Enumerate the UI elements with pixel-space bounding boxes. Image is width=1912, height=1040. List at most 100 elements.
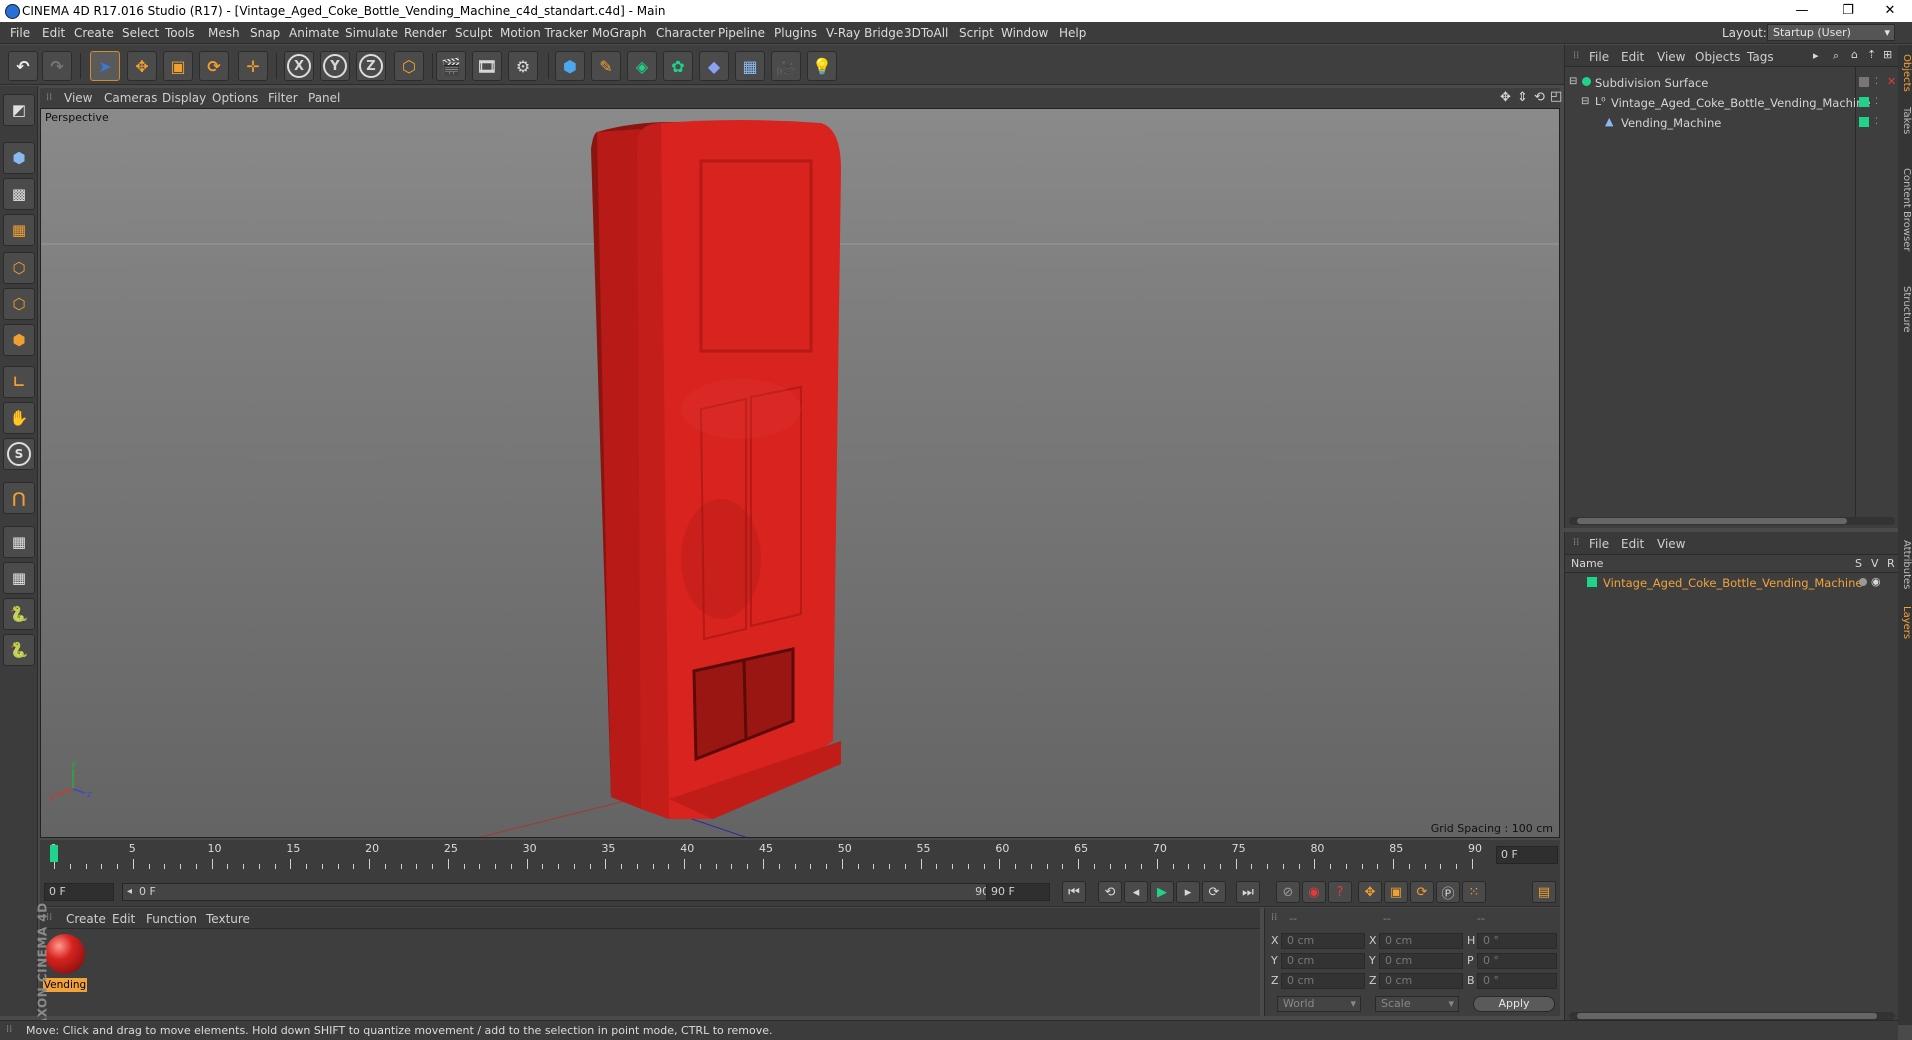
workplane-lock-button[interactable]: ▦	[3, 526, 35, 558]
om-menu-edit[interactable]: Edit	[1621, 50, 1644, 64]
layer-row[interactable]: Vintage_Aged_Coke_Bottle_Vending_Machine…	[1565, 574, 1899, 592]
menu-mograph[interactable]: MoGraph	[592, 26, 647, 40]
horizontal-scrollbar[interactable]	[1569, 517, 1895, 525]
undo-button[interactable]: ↶	[8, 51, 38, 81]
workplane-align-button[interactable]: ▦	[3, 562, 35, 594]
record-keys-button[interactable]: ⊘	[1276, 881, 1300, 903]
up-icon[interactable]: ⇡	[1867, 48, 1876, 61]
tab-layers[interactable]: Layers	[1898, 601, 1912, 645]
move-tool-button[interactable]: ✥	[127, 51, 157, 81]
frame-range-slider[interactable]: ◂ 0 F 90 F ▸	[122, 883, 1018, 901]
object-row-subdivision[interactable]: ⊟ Subdivision Surface	[1565, 75, 1855, 93]
add-floor-button[interactable]: ▦	[735, 51, 765, 81]
previous-frame-button[interactable]: ◂	[1124, 881, 1148, 903]
menu-snap[interactable]: Snap	[250, 26, 280, 40]
edges-mode-button[interactable]: ⬡	[3, 288, 35, 320]
lm-menu-file[interactable]: File	[1589, 537, 1609, 551]
menu-mesh[interactable]: Mesh	[208, 26, 240, 40]
start-frame-field[interactable]: 0 F	[44, 883, 114, 901]
size-x-field[interactable]: 0 cm	[1379, 933, 1463, 949]
lm-menu-view[interactable]: View	[1657, 537, 1685, 551]
rotation-b-field[interactable]: 0 °	[1477, 973, 1557, 989]
viewport-menu-display[interactable]: Display	[162, 91, 206, 105]
collapse-icon[interactable]: ⊟	[1569, 76, 1577, 87]
viewport-menu-cameras[interactable]: Cameras	[104, 91, 157, 105]
points-mode-button[interactable]: ⬡	[3, 252, 35, 284]
size-mode-select[interactable]: Scale ▾	[1375, 996, 1459, 1012]
menu-3dtoall[interactable]: 3DToAll	[904, 26, 948, 40]
redo-button[interactable]: ↷	[42, 51, 72, 81]
menu-window[interactable]: Window	[1001, 26, 1048, 40]
close-button[interactable]: ✕	[1870, 2, 1910, 20]
key-rotation-button[interactable]: ⟳	[1410, 881, 1434, 903]
previous-key-button[interactable]: ⟲	[1098, 881, 1122, 903]
live-selection-button[interactable]: ➤	[90, 51, 120, 81]
add-light-button[interactable]: 💡	[807, 51, 837, 81]
disabled-x-icon[interactable]: ✕	[1887, 75, 1896, 88]
texture-mode-button[interactable]: ▩	[3, 178, 35, 210]
visibility-dots-icon[interactable]: ⁚	[1875, 117, 1878, 127]
end-frame-field[interactable]: 90 F	[986, 883, 1050, 901]
menu-render[interactable]: Render	[404, 26, 447, 40]
position-x-field[interactable]: 0 cm	[1281, 933, 1365, 949]
menu-vray-bridge[interactable]: V-Ray Bridge	[826, 26, 903, 40]
position-z-field[interactable]: 0 cm	[1281, 973, 1365, 989]
menu-select[interactable]: Select	[122, 26, 159, 40]
render-settings-button[interactable]: ⚙	[508, 51, 538, 81]
viewport-menu-filter[interactable]: Filter	[268, 91, 298, 105]
tab-content-browser[interactable]: Content Browser	[1898, 147, 1912, 273]
timeline-mode-button[interactable]: ▤	[1532, 881, 1556, 903]
layer-color-icon[interactable]	[1859, 97, 1869, 107]
mm-menu-function[interactable]: Function	[146, 912, 197, 926]
add-mograph-button[interactable]: ✿	[663, 51, 693, 81]
viewport-menu-options[interactable]: Options	[212, 91, 258, 105]
current-frame-field[interactable]: 0 F	[1496, 846, 1558, 864]
menu-character[interactable]: Character	[656, 26, 715, 40]
scrollbar-thumb[interactable]	[1577, 1013, 1877, 1019]
restore-button[interactable]: ❐	[1828, 2, 1868, 20]
python-script-button-2[interactable]: 🐍	[3, 634, 35, 666]
rotation-h-field[interactable]: 0 °	[1477, 933, 1557, 949]
rotate-tool-button[interactable]: ⟳	[199, 51, 229, 81]
visibility-dots-icon[interactable]: ⁚	[1875, 97, 1878, 107]
autokey-button[interactable]: ◉	[1302, 881, 1326, 903]
python-script-button-1[interactable]: 🐍	[3, 598, 35, 630]
next-key-button[interactable]: ⟳	[1202, 881, 1226, 903]
polygons-mode-button[interactable]: ⬢	[3, 324, 35, 356]
tab-structure[interactable]: Structure	[1898, 279, 1912, 339]
3d-viewport[interactable]: Perspective y x z Grid Spacing : 100 cm	[40, 108, 1560, 838]
render-view-button[interactable]: 🎬	[436, 51, 466, 81]
range-left-arrow-icon[interactable]: ◂	[127, 884, 132, 900]
go-to-end-button[interactable]: ⏭	[1236, 881, 1260, 903]
viewport-rotate-icon[interactable]: ⟲	[1534, 90, 1545, 105]
coordinate-system-button[interactable]: ⬡	[394, 51, 424, 81]
next-frame-button[interactable]: ▸	[1176, 881, 1200, 903]
mm-menu-create[interactable]: Create	[66, 912, 106, 926]
layer-color-swatch[interactable]	[1587, 577, 1597, 587]
solo-mode-button[interactable]: S	[3, 438, 35, 470]
menu-animate[interactable]: Animate	[289, 26, 339, 40]
object-row-null-group[interactable]: ⊟ L⁰ Vintage_Aged_Coke_Bottle_Vending_Ma…	[1565, 95, 1871, 113]
go-to-start-button[interactable]: ⏮	[1062, 881, 1086, 903]
key-position-button[interactable]: ✥	[1358, 881, 1382, 903]
menu-create[interactable]: Create	[74, 26, 114, 40]
viewport-menu-view[interactable]: View	[64, 91, 92, 105]
minimize-button[interactable]: —	[1782, 2, 1822, 20]
key-pla-button[interactable]: ⁙	[1462, 881, 1486, 903]
add-spline-button[interactable]: ✎	[591, 51, 621, 81]
add-cube-button[interactable]: ⬢	[555, 51, 585, 81]
scale-tool-button[interactable]: ▣	[163, 51, 193, 81]
more-arrow-icon[interactable]: ▸	[1813, 49, 1819, 62]
make-editable-button[interactable]: ◩	[3, 94, 35, 126]
layer-color-icon[interactable]	[1859, 117, 1869, 127]
lm-menu-edit[interactable]: Edit	[1621, 537, 1644, 551]
menu-file[interactable]: File	[10, 26, 30, 40]
viewport-menu-panel[interactable]: Panel	[308, 91, 340, 105]
key-parameter-button[interactable]: Ⓟ	[1436, 881, 1460, 903]
layer-solo-toggle[interactable]	[1859, 578, 1867, 586]
menu-edit[interactable]: Edit	[42, 26, 65, 40]
add-camera-button[interactable]: 🎥	[771, 51, 801, 81]
search-icon[interactable]: ⌕	[1833, 49, 1839, 63]
menu-pipeline[interactable]: Pipeline	[718, 26, 765, 40]
timeline-ruler[interactable]: 051015202530354045505560657075808590 0 F	[40, 840, 1560, 877]
